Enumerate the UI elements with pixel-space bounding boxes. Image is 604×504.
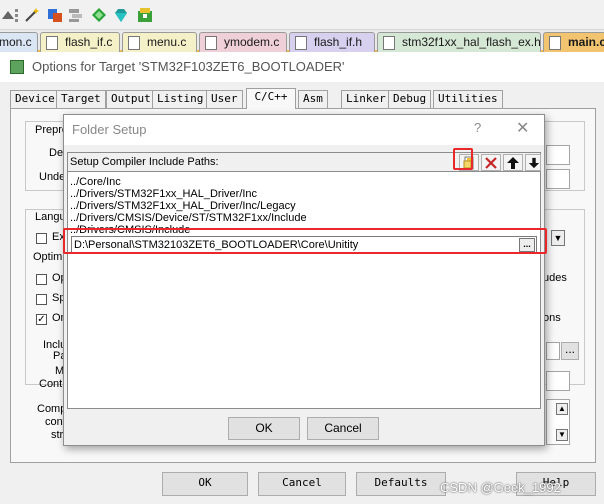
tab-c-cpp[interactable]: C/C++	[246, 88, 296, 109]
include-path-item[interactable]: ../Core/Inc	[70, 176, 538, 188]
include-path-list: ../Core/Inc ../Drivers/STM32F1xx_HAL_Dri…	[70, 176, 538, 236]
editor-tab-flash-if-c[interactable]: flash_if.c	[40, 32, 120, 52]
delete-x-icon	[485, 157, 497, 169]
new-folder-icon	[463, 156, 474, 170]
tab-debug[interactable]: Debug	[388, 90, 432, 108]
file-icon	[383, 36, 395, 50]
new-folder-button[interactable]	[459, 154, 479, 171]
optimize-checkbox[interactable]	[36, 274, 47, 285]
tab-label: flash_if.h	[314, 35, 363, 49]
misc-controls-field[interactable]	[546, 371, 570, 391]
editor-tab-hal-flash-ex-h[interactable]: stm32f1xx_hal_flash_ex.h	[377, 32, 541, 52]
gem-icon[interactable]	[113, 7, 129, 23]
translate-icon[interactable]	[47, 7, 63, 23]
editor-tab-strip: mon.c flash_if.c menu.c ymodem.c flash_i…	[0, 30, 604, 52]
path-browse-button[interactable]: ...	[519, 238, 535, 252]
folder-cancel-button[interactable]: Cancel	[307, 417, 379, 440]
watermark: CSDN @Geek_1992	[440, 480, 561, 495]
tab-asm[interactable]: Asm	[298, 90, 328, 108]
split-checkbox[interactable]	[36, 294, 47, 305]
layers-icon[interactable]	[68, 7, 84, 23]
language-label: Langu	[35, 211, 66, 223]
tab-label: mon.c	[0, 35, 32, 49]
keil-app-icon	[10, 60, 24, 74]
editor-tab-menu-c[interactable]: menu.c	[122, 32, 197, 52]
toolbar	[0, 0, 604, 30]
scroll-down-arrow[interactable]: ▼	[556, 429, 568, 441]
include-path-item[interactable]: ../Drivers/CMSIS/Include	[70, 224, 538, 236]
tab-label: ymodem.c	[224, 35, 280, 49]
options-tab-strip: Device Target Output Listing User C/C++ …	[10, 88, 600, 109]
path-edit-input[interactable]	[73, 238, 513, 252]
magic-wand-icon[interactable]	[24, 7, 40, 23]
include-path-item[interactable]: ../Drivers/STM32F1xx_HAL_Driver/Inc	[70, 188, 538, 200]
tab-output[interactable]: Output	[106, 90, 156, 108]
execute-only-checkbox[interactable]	[36, 233, 47, 244]
folder-setup-title: Folder Setup	[72, 122, 147, 137]
green-diamond-icon[interactable]	[91, 7, 107, 23]
tab-listing[interactable]: Listing	[152, 90, 209, 108]
tab-label: menu.c	[147, 35, 187, 49]
undefine-field[interactable]	[546, 169, 570, 189]
folder-setup-dialog: Folder Setup ? ✕ Setup Compiler Include …	[63, 114, 545, 446]
editor-tab-mon-c[interactable]: mon.c	[0, 32, 38, 52]
options-ok-button[interactable]: OK	[162, 472, 248, 496]
define-field[interactable]	[546, 145, 570, 165]
define-label: De	[49, 147, 64, 159]
compiler-control-label: Comp	[37, 403, 67, 415]
move-down-button[interactable]	[525, 154, 541, 171]
delete-path-button[interactable]	[481, 154, 501, 171]
editor-tab-main-c[interactable]: main.c	[543, 32, 604, 52]
scroll-up-arrow[interactable]: ▲	[556, 403, 568, 415]
controls-label: Contr	[39, 378, 66, 390]
file-icon	[128, 36, 140, 50]
optimization-label: Optimi	[33, 251, 65, 263]
move-up-button[interactable]	[503, 154, 523, 171]
close-icon[interactable]: ✕	[516, 118, 529, 138]
path-edit-row: ...	[71, 236, 537, 254]
file-icon	[205, 36, 217, 50]
arrow-down-icon	[528, 157, 540, 169]
tab-label: main.c	[568, 35, 604, 49]
options-label-fragment: ons	[543, 312, 561, 324]
language-dropdown-arrow[interactable]: ▼	[551, 230, 565, 246]
editor-tab-ymodem-c[interactable]: ymodem.c	[199, 32, 287, 52]
tab-label: flash_if.c	[65, 35, 113, 49]
include-paths-header-label: Setup Compiler Include Paths:	[70, 156, 219, 168]
package-icon[interactable]	[137, 7, 153, 23]
folder-ok-button[interactable]: OK	[228, 417, 300, 440]
tab-utilities[interactable]: Utilities	[433, 90, 503, 108]
options-title: Options for Target 'STM32F103ZET6_BOOTLO…	[32, 59, 345, 74]
file-icon	[549, 36, 561, 50]
include-paths-browse-button[interactable]: ...	[561, 342, 579, 360]
tab-target[interactable]: Target	[56, 90, 106, 108]
options-title-bar: Options for Target 'STM32F103ZET6_BOOTLO…	[0, 52, 604, 82]
includes-label-fragment: udes	[543, 272, 567, 284]
options-cancel-button[interactable]: Cancel	[258, 472, 346, 496]
include-paths-field[interactable]	[546, 342, 560, 360]
tab-device[interactable]: Device	[10, 90, 60, 108]
file-icon	[295, 36, 307, 50]
include-path-item[interactable]: ../Drivers/CMSIS/Device/ST/STM32F1xx/Inc…	[70, 212, 538, 224]
arrow-up-icon	[507, 157, 519, 169]
help-icon[interactable]: ?	[474, 120, 481, 135]
include-paths-box: Setup Compiler Include Paths: ../Core/In…	[67, 152, 541, 409]
editor-tab-flash-if-h[interactable]: flash_if.h	[289, 32, 375, 52]
one-elf-checkbox[interactable]: ✓	[36, 314, 47, 325]
include-paths-header: Setup Compiler Include Paths:	[68, 153, 541, 172]
file-icon	[46, 36, 58, 50]
tab-label: stm32f1xx_hal_flash_ex.h	[402, 35, 541, 49]
defaults-button[interactable]: Defaults	[356, 472, 446, 496]
tab-user[interactable]: User	[206, 90, 243, 108]
tab-linker[interactable]: Linker	[341, 90, 391, 108]
folder-setup-title-bar: Folder Setup ? ✕	[64, 115, 544, 145]
include-path-item[interactable]: ../Drivers/STM32F1xx_HAL_Driver/Inc/Lega…	[70, 200, 538, 212]
undefine-label: Unde	[39, 171, 66, 183]
string-label: str	[51, 429, 64, 441]
